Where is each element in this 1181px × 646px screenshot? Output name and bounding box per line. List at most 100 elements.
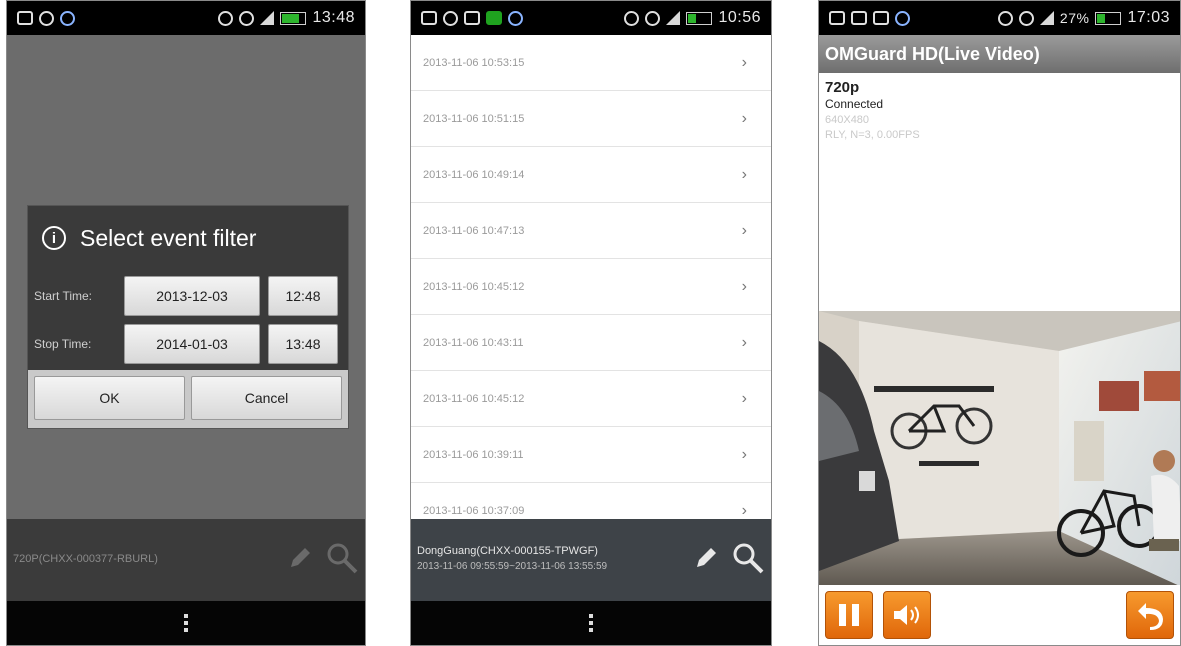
event-timestamp: 2013-11-06 10:37:09 <box>423 504 525 517</box>
chevron-right-icon: › <box>741 501 747 519</box>
dialog-header: i Select event filter <box>28 206 348 270</box>
alarm-icon <box>997 10 1013 26</box>
battery-icon <box>686 11 713 25</box>
status-clock: 13:48 <box>312 9 355 26</box>
start-time-label: Start Time: <box>34 289 93 303</box>
device-tools <box>693 541 765 575</box>
app-title-bar: OMGuard HD(Live Video) <box>819 35 1180 73</box>
back-button[interactable] <box>1126 591 1174 639</box>
list-item[interactable]: 2013-11-06 10:45:12 › <box>411 259 771 315</box>
start-date-button[interactable]: 2013-12-03 <box>124 276 260 316</box>
battery-icon <box>280 11 307 25</box>
search-icon[interactable] <box>325 541 359 575</box>
list-item[interactable]: 2013-11-06 10:47:13 › <box>411 203 771 259</box>
device-bar: 720P(CHXX-000377-RBURL) <box>7 519 365 601</box>
dialog-title: Select event filter <box>80 224 257 251</box>
list-item[interactable]: 2013-11-06 10:39:11 › <box>411 427 771 483</box>
edit-icon[interactable] <box>693 545 719 571</box>
alarm-icon <box>239 10 255 26</box>
dialog-actions: OK Cancel <box>28 370 348 428</box>
status-clock: 17:03 <box>1127 9 1170 26</box>
signal-icon <box>1039 11 1054 25</box>
pause-button[interactable] <box>825 591 873 639</box>
mail-icon <box>464 11 480 25</box>
phone-event-list-screen: 10:56 2013-11-06 10:53:15 › 2013-11-06 10… <box>410 0 772 646</box>
stop-time-row: Stop Time: 2014-01-03 13:48 <box>28 322 348 366</box>
chevron-right-icon: › <box>741 333 747 351</box>
chevron-right-icon: › <box>741 165 747 183</box>
event-timestamp: 2013-11-06 10:49:14 <box>423 168 525 181</box>
nav-bar <box>411 601 771 645</box>
stop-date-button[interactable]: 2014-01-03 <box>124 324 260 364</box>
event-timestamp: 2013-11-06 10:39:11 <box>423 448 524 461</box>
resolution-label: 720p <box>825 79 860 96</box>
gallery-icon <box>421 11 437 25</box>
menu-icon[interactable] <box>184 614 188 632</box>
edit-icon[interactable] <box>287 545 313 571</box>
nav-bar <box>7 601 365 645</box>
device-name: DongGuang(CHXX-000155-TPWGF) <box>417 545 598 557</box>
start-time-button[interactable]: 12:48 <box>268 276 338 316</box>
app-icon <box>508 10 523 26</box>
list-item[interactable]: 2013-11-06 10:49:14 › <box>411 147 771 203</box>
event-timestamp: 2013-11-06 10:45:12 <box>423 280 525 293</box>
event-filter-dialog: i Select event filter Start Time: 2013-1… <box>27 205 349 429</box>
app-icon <box>60 10 75 26</box>
audio-button[interactable] <box>883 591 931 639</box>
list-item[interactable]: 2013-11-06 10:43:11 › <box>411 315 771 371</box>
phone-event-filter-screen: 13:48 i Select event filter Start Time: … <box>6 0 366 646</box>
rotate-icon <box>218 10 234 26</box>
pause-icon <box>839 604 859 626</box>
list-item[interactable]: 2013-11-06 10:45:12 › <box>411 371 771 427</box>
start-time-row: Start Time: 2013-12-03 12:48 <box>28 274 348 318</box>
chevron-right-icon: › <box>741 277 747 295</box>
event-list: 2013-11-06 10:53:15 › 2013-11-06 10:51:15… <box>411 35 771 539</box>
chevron-right-icon: › <box>741 53 747 71</box>
wifi-icon <box>1018 10 1034 26</box>
frame-size: 640X480 <box>825 114 870 126</box>
event-timestamp: 2013-11-06 10:47:13 <box>423 224 525 237</box>
ok-button[interactable]: OK <box>34 376 185 420</box>
status-bar: 10:56 <box>411 1 771 35</box>
stream-stats: RLY, N=3, 0.00FPS <box>825 129 920 141</box>
device-bar: DongGuang(CHXX-000155-TPWGF) 2013-11-06 … <box>411 519 771 601</box>
menu-icon[interactable] <box>589 614 593 632</box>
list-item[interactable]: 2013-11-06 10:51:15 › <box>411 91 771 147</box>
rotate-icon <box>624 10 640 26</box>
live-video-frame[interactable] <box>819 311 1181 587</box>
app-title: OMGuard HD(Live Video) <box>825 43 1040 64</box>
chevron-right-icon: › <box>741 221 747 239</box>
video-controls <box>819 585 1180 645</box>
stop-time-button[interactable]: 13:48 <box>268 324 338 364</box>
cancel-button[interactable]: Cancel <box>191 376 342 420</box>
list-item[interactable]: 2013-11-06 10:53:15 › <box>411 35 771 91</box>
info-icon: i <box>42 226 66 250</box>
chevron-right-icon: › <box>741 389 747 407</box>
stream-info: 720p Connected 640X480 RLY, N=3, 0.00FPS <box>825 79 920 141</box>
event-timestamp: 2013-11-06 10:51:15 <box>423 112 525 125</box>
battery-icon <box>1095 11 1122 25</box>
event-timestamp: 2013-11-06 10:45:12 <box>423 392 525 405</box>
chevron-right-icon: › <box>741 445 747 463</box>
return-icon <box>1138 603 1163 630</box>
app-icon <box>486 11 502 25</box>
alarm-icon <box>645 10 661 26</box>
app-icon <box>895 10 910 26</box>
status-bar: 27% 17:03 <box>819 1 1180 35</box>
event-timestamp: 2013-11-06 10:43:11 <box>423 336 524 349</box>
gallery-icon <box>829 11 845 25</box>
status-clock: 10:56 <box>718 9 761 26</box>
battery-percent: 27% <box>1059 10 1090 26</box>
signal-icon <box>666 11 681 25</box>
device-label: 720P(CHXX-000377-RBURL) <box>13 553 158 565</box>
search-icon[interactable] <box>731 541 765 575</box>
signal-icon <box>260 11 275 25</box>
gallery-icon <box>17 11 33 25</box>
speaker-icon <box>894 605 919 625</box>
phone-live-video-screen: 27% 17:03 OMGuard HD(Live Video) 720p Co… <box>818 0 1181 646</box>
mail-icon <box>851 11 867 25</box>
connection-status: Connected <box>825 97 884 111</box>
stop-time-label: Stop Time: <box>34 337 92 351</box>
chevron-right-icon: › <box>741 109 747 127</box>
sync-icon <box>39 10 54 26</box>
